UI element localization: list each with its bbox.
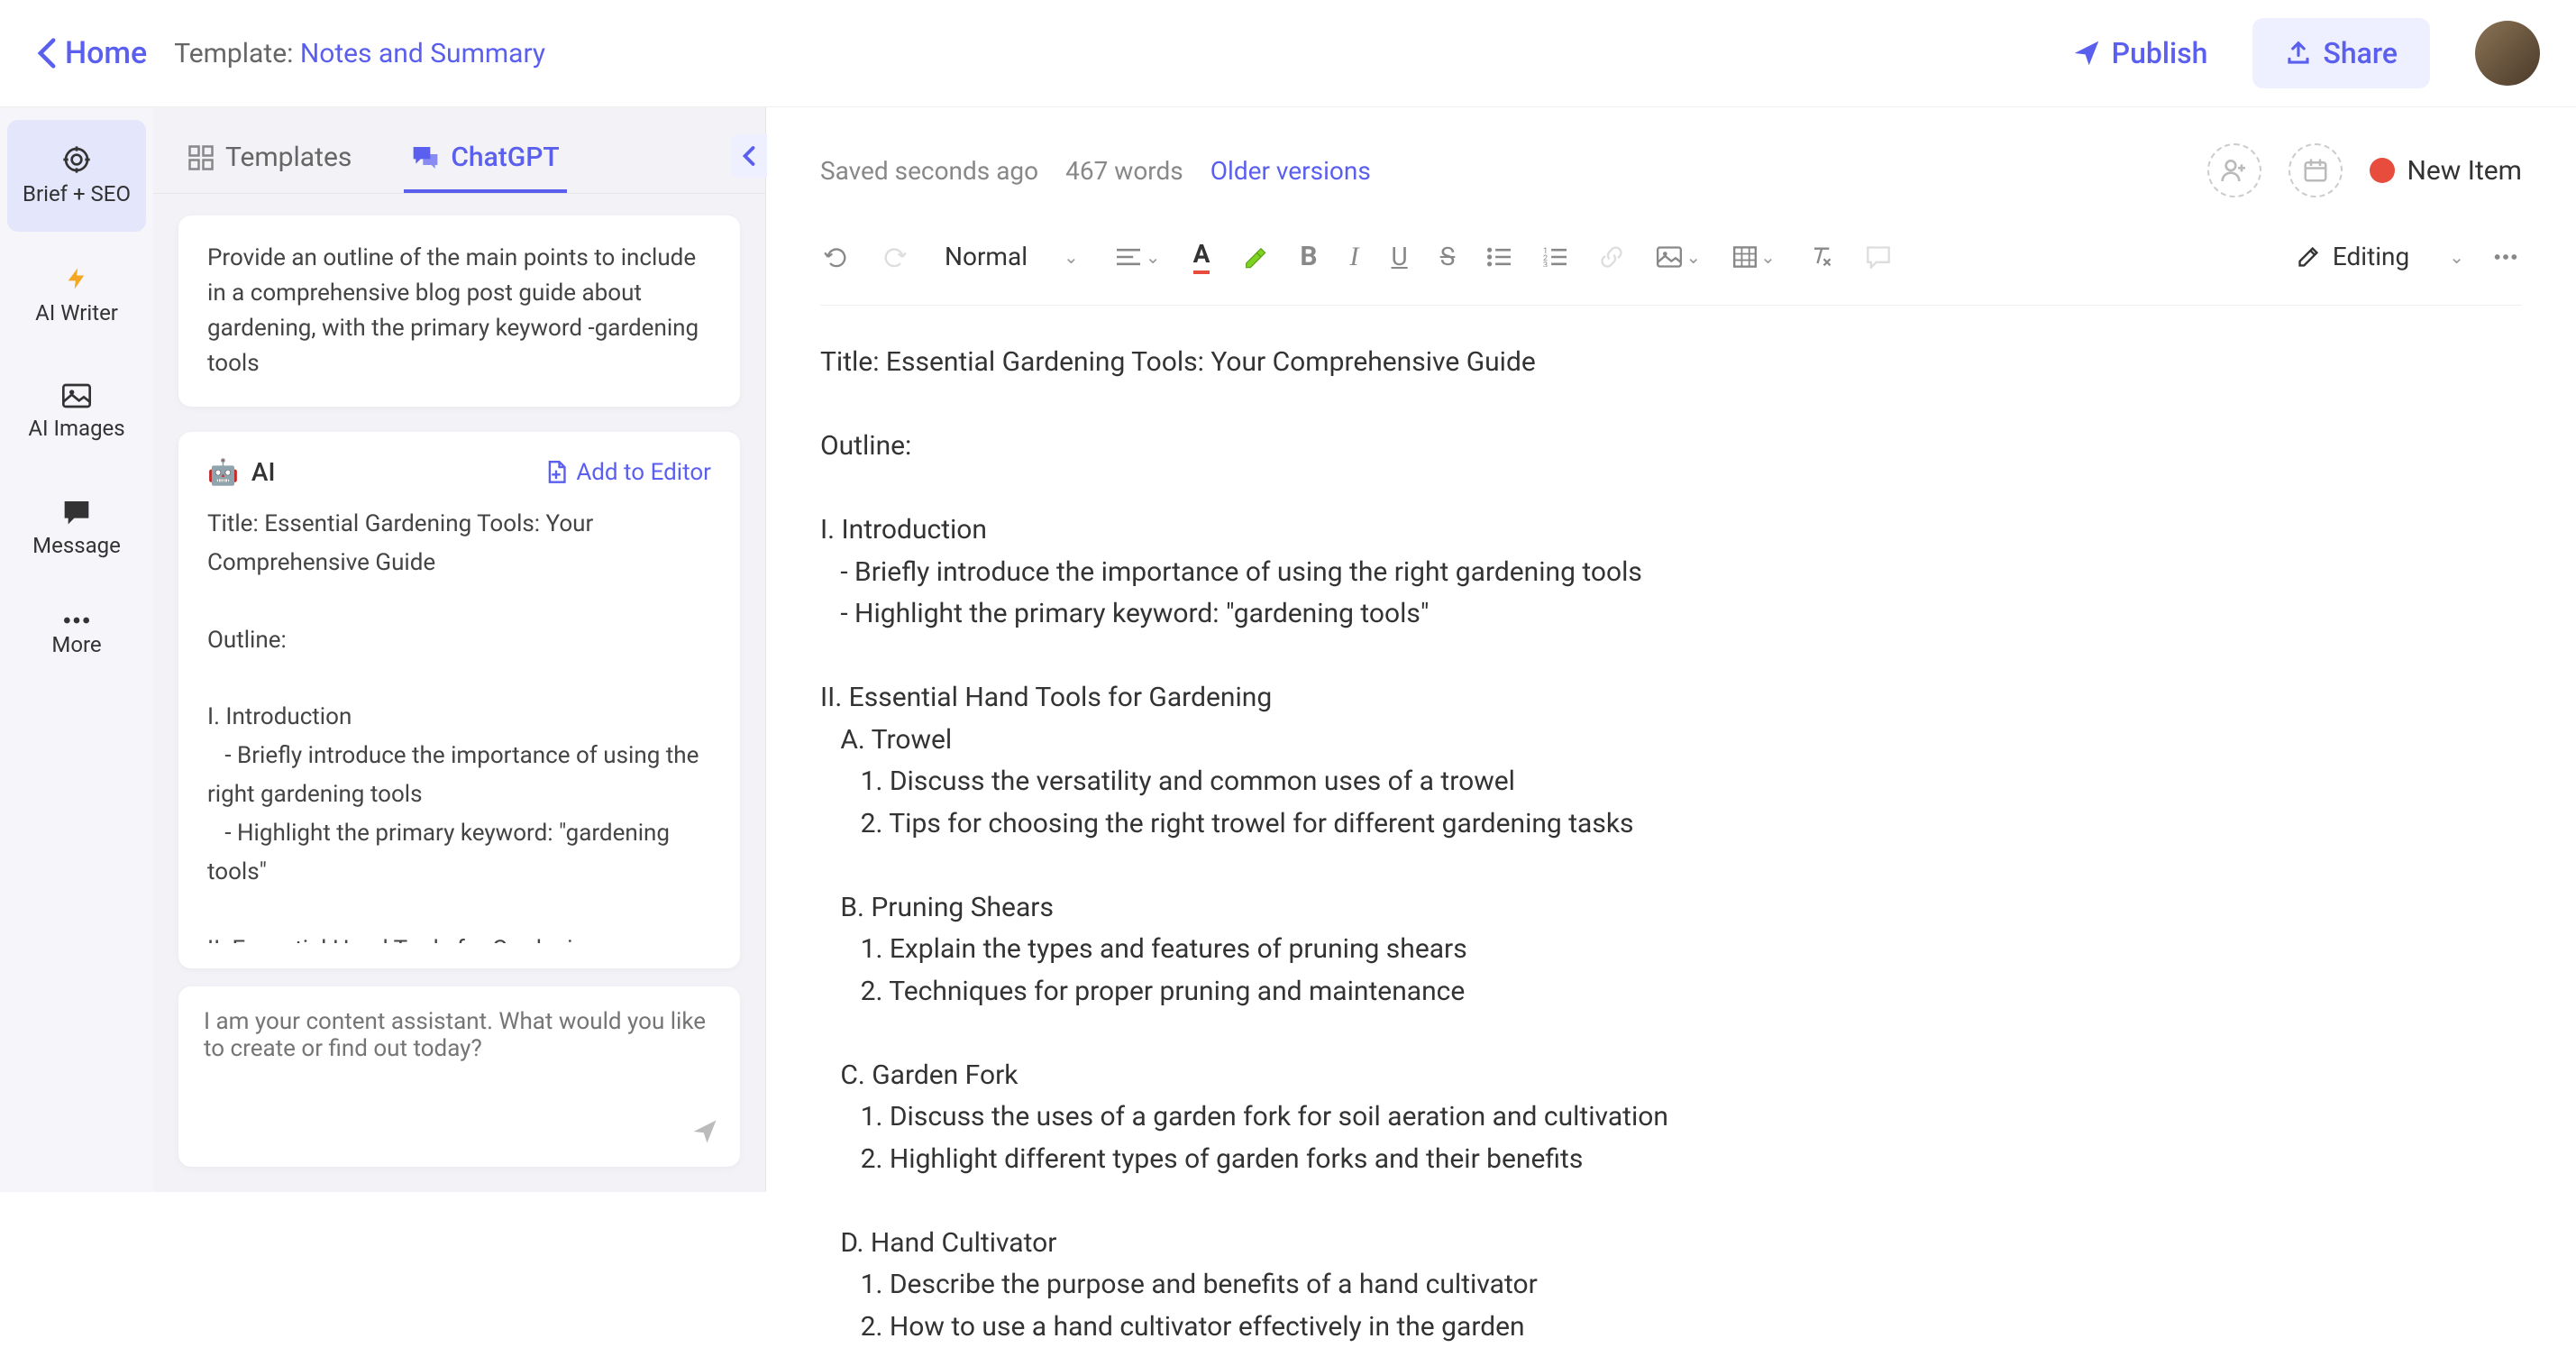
word-count: 467 words bbox=[1065, 156, 1183, 186]
image-button[interactable]: ⌄ bbox=[1653, 243, 1704, 271]
comment-button[interactable] bbox=[1862, 242, 1895, 272]
chevron-down-icon: ⌄ bbox=[1760, 246, 1776, 268]
older-versions-link[interactable]: Older versions bbox=[1210, 156, 1371, 186]
document-content[interactable]: Title: Essential Gardening Tools: Your C… bbox=[820, 333, 2522, 1357]
nav-message[interactable]: Message bbox=[7, 473, 146, 583]
chat-input[interactable] bbox=[204, 1008, 715, 1062]
sidebar: Templates ChatGPT Provide an outline of … bbox=[153, 107, 766, 1192]
highlight-button[interactable] bbox=[1238, 241, 1271, 273]
paper-plane-icon bbox=[691, 1118, 718, 1145]
collapse-sidebar-button[interactable] bbox=[731, 134, 767, 178]
align-button[interactable]: ⌄ bbox=[1113, 243, 1165, 271]
undo-button[interactable] bbox=[820, 242, 853, 272]
editing-mode-select[interactable]: Editing ⌄ bbox=[2297, 242, 2464, 271]
table-button[interactable]: ⌄ bbox=[1730, 243, 1779, 271]
templates-icon bbox=[187, 144, 215, 171]
clear-format-button[interactable] bbox=[1804, 241, 1837, 273]
topbar: Home Template: Notes and Summary Publish… bbox=[0, 0, 2576, 107]
editor-header: Saved seconds ago 467 words Older versio… bbox=[820, 143, 2522, 197]
add-date-button[interactable] bbox=[2288, 143, 2343, 197]
text-color-button[interactable]: A bbox=[1190, 235, 1214, 278]
template-name[interactable]: Notes and Summary bbox=[300, 38, 545, 69]
chat-input-container bbox=[178, 986, 740, 1167]
more-icon bbox=[62, 616, 91, 625]
redo-button[interactable] bbox=[878, 242, 910, 272]
status-new-item[interactable]: New Item bbox=[2370, 155, 2523, 187]
saved-status: Saved seconds ago bbox=[820, 156, 1038, 186]
tab-chatgpt[interactable]: ChatGPT bbox=[404, 125, 566, 193]
bold-button[interactable]: B bbox=[1296, 237, 1320, 276]
nav-brief-seo[interactable]: Brief + SEO bbox=[7, 120, 146, 232]
ai-response-text: Title: Essential Gardening Tools: Your C… bbox=[207, 505, 711, 943]
ai-response: 🤖 AI Add to Editor Title: Essential Gard… bbox=[178, 432, 740, 968]
chat-bubbles-icon bbox=[411, 144, 440, 171]
text-style-select[interactable]: Normal ⌄ bbox=[936, 242, 1088, 271]
link-button[interactable] bbox=[1595, 241, 1628, 273]
image-icon bbox=[62, 383, 91, 408]
nav-ai-images[interactable]: AI Images bbox=[7, 358, 146, 466]
robot-icon: 🤖 bbox=[207, 457, 239, 487]
sidebar-tabs: Templates ChatGPT bbox=[153, 107, 765, 194]
chevron-down-icon: ⌄ bbox=[1064, 246, 1079, 268]
share-button[interactable]: Share bbox=[2252, 18, 2430, 88]
bolt-icon bbox=[64, 264, 89, 293]
chevron-left-icon bbox=[742, 145, 756, 167]
italic-button[interactable]: I bbox=[1347, 238, 1363, 276]
ai-label: 🤖 AI bbox=[207, 457, 275, 487]
chevron-down-icon: ⌄ bbox=[1146, 246, 1161, 268]
upload-icon bbox=[2285, 40, 2312, 67]
editor-area: Saved seconds ago 467 words Older versio… bbox=[766, 107, 2576, 1192]
toolbar: Normal ⌄ ⌄ A B I U S 123 bbox=[820, 225, 2522, 306]
document-add-icon bbox=[545, 461, 567, 484]
chevron-down-icon: ⌄ bbox=[2449, 246, 2464, 268]
strikethrough-button[interactable]: S bbox=[1437, 238, 1459, 275]
calendar-icon bbox=[2302, 157, 2329, 184]
nav-more[interactable]: More bbox=[7, 591, 146, 683]
left-nav: Brief + SEO AI Writer AI Images Message bbox=[0, 107, 153, 1192]
svg-text:3: 3 bbox=[1543, 261, 1548, 266]
pencil-icon bbox=[2297, 245, 2320, 269]
template-label: Template: Notes and Summary bbox=[174, 38, 545, 69]
send-button[interactable] bbox=[691, 1118, 718, 1145]
send-icon bbox=[2072, 39, 2101, 68]
status-dot-icon bbox=[2370, 158, 2395, 183]
chevron-left-icon bbox=[36, 37, 58, 69]
add-to-editor-button[interactable]: Add to Editor bbox=[545, 459, 711, 486]
avatar[interactable] bbox=[2475, 21, 2540, 86]
home-link[interactable]: Home bbox=[36, 35, 147, 71]
add-collaborator-button[interactable] bbox=[2207, 143, 2261, 197]
numbered-list-button[interactable]: 123 bbox=[1539, 243, 1570, 270]
tab-templates[interactable]: Templates bbox=[180, 125, 359, 193]
chat-icon bbox=[62, 499, 91, 526]
underline-button[interactable]: U bbox=[1388, 238, 1411, 275]
user-prompt: Provide an outline of the main points to… bbox=[178, 215, 740, 407]
user-plus-icon bbox=[2220, 157, 2249, 184]
publish-button[interactable]: Publish bbox=[2054, 27, 2226, 79]
nav-ai-writer[interactable]: AI Writer bbox=[7, 239, 146, 351]
chevron-down-icon: ⌄ bbox=[1685, 246, 1701, 268]
bullet-list-button[interactable] bbox=[1484, 243, 1514, 270]
more-options-button[interactable] bbox=[2489, 250, 2522, 264]
target-icon bbox=[62, 145, 91, 174]
home-label: Home bbox=[65, 35, 147, 71]
